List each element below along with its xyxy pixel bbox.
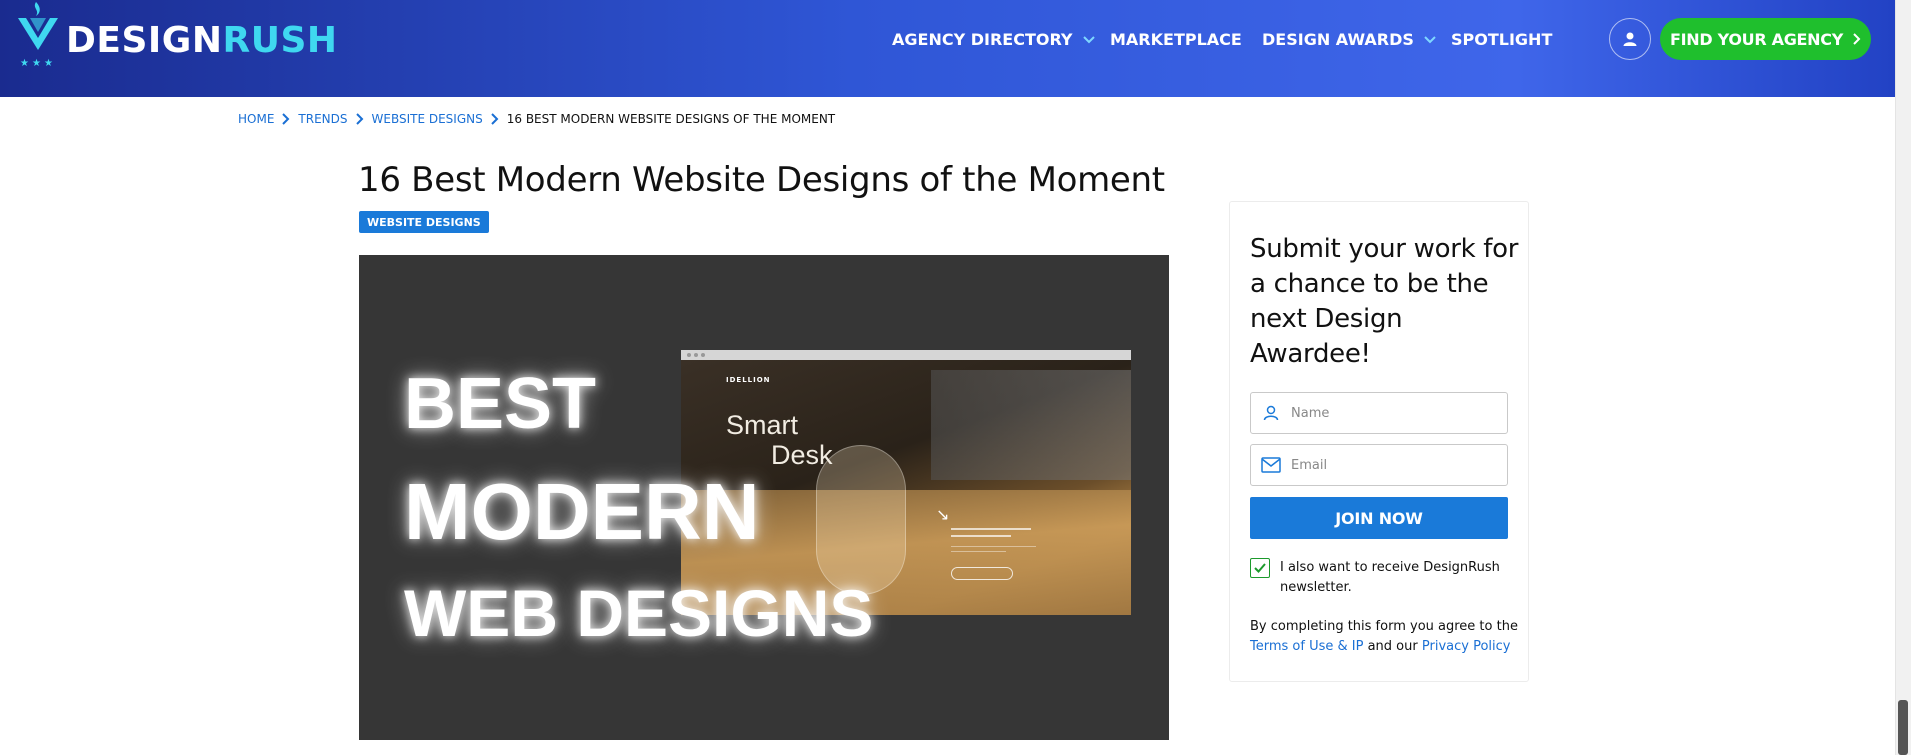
breadcrumb-website-designs[interactable]: WEBSITE DESIGNS [372,112,483,126]
nav-spotlight-label: SPOTLIGHT [1451,30,1553,49]
breadcrumb-current: 16 BEST MODERN WEBSITE DESIGNS OF THE MO… [506,112,836,126]
email-input[interactable] [1291,457,1491,473]
chevron-right-icon [491,113,499,125]
hero-line-web-designs: WEB DESIGNS [404,576,874,650]
mockup-button [951,567,1013,580]
email-field[interactable] [1250,444,1508,486]
category-tag[interactable]: WEBSITE DESIGNS [359,211,489,233]
person-icon [1251,404,1291,422]
name-input[interactable] [1291,405,1491,421]
logo-trophy-icon: ★ ★ ★ [18,2,58,69]
nav-marketplace[interactable]: MARKETPLACE [1110,28,1242,52]
nav-marketplace-label: MARKETPLACE [1110,30,1242,49]
submit-work-card: Submit your work for a chance to be the … [1229,201,1529,682]
page-scrollbar[interactable] [1895,0,1911,755]
mockup-monitor [931,370,1131,480]
arrow-down-right-icon: ↘ [936,505,950,524]
terms-link[interactable]: Terms of Use & IP [1250,639,1363,654]
newsletter-label: I also want to receive DesignRush newsle… [1280,560,1500,595]
privacy-link[interactable]: Privacy Policy [1422,639,1511,654]
breadcrumb-home[interactable]: HOME [238,112,274,126]
mockup-text-line [951,551,1006,552]
mockup-text-line [951,535,1011,537]
legal-prefix: By completing this form you agree to the [1250,619,1518,634]
card-title: Submit your work for a chance to be the … [1250,234,1519,369]
hero-image: IDELLION Smart Desk ↘ BEST MODERN WEB DE… [359,255,1169,740]
browser-dot [687,353,691,357]
legal-and: and our [1367,639,1418,654]
logo-wordmark: DESIGNRUSH [66,21,338,61]
find-your-agency-button[interactable]: FIND YOUR AGENCY [1660,18,1871,60]
browser-dot [694,353,698,357]
find-your-agency-label: FIND YOUR AGENCY [1670,29,1843,49]
chevron-down-icon [1082,36,1095,44]
breadcrumb-trends[interactable]: TRENDS [298,112,347,126]
user-icon [1623,32,1637,46]
legal-notice: By completing this form you agree to the… [1250,617,1520,657]
hero-line-modern: MODERN [404,467,760,556]
newsletter-checkbox[interactable] [1250,558,1270,578]
chevron-right-icon [355,113,363,125]
mockup-word-desk: Desk [771,440,833,470]
mockup-brand: IDELLION [726,376,771,384]
nav-design-awards[interactable]: DESIGN AWARDS [1262,28,1436,52]
mockup-word-smart: Smart [726,410,799,440]
svg-text:★: ★ [32,58,41,69]
mockup-text-line [951,528,1031,530]
envelope-icon [1251,457,1291,473]
scrollbar-thumb[interactable] [1898,700,1908,755]
chevron-down-icon [1424,36,1436,44]
svg-text:★: ★ [20,58,29,69]
breadcrumb: HOME TRENDS WEBSITE DESIGNS 16 BEST MODE… [238,112,835,126]
mockup-text-line [951,546,1036,547]
chevron-right-icon [1853,33,1861,45]
site-header: ★ ★ ★ DESIGNRUSH AGENCY DIRECTORY MARKET… [0,0,1895,97]
browser-bar [681,350,1131,360]
join-now-button[interactable]: JOIN NOW [1250,497,1508,539]
logo-text-rush: RUSH [222,20,338,61]
nav-agency-directory[interactable]: AGENCY DIRECTORY [892,28,1095,52]
svg-text:★: ★ [44,58,53,69]
page-title: 16 Best Modern Website Designs of the Mo… [358,160,1165,200]
nav-spotlight[interactable]: SPOTLIGHT [1451,28,1552,52]
hero-line-best: BEST [404,364,597,444]
browser-dot [701,353,705,357]
chevron-right-icon [282,113,290,125]
checkmark-icon [1254,563,1266,573]
name-field[interactable] [1250,392,1508,434]
nav-agency-directory-label: AGENCY DIRECTORY [892,30,1073,49]
nav-design-awards-label: DESIGN AWARDS [1262,30,1414,49]
logo-text-design: DESIGN [66,20,223,61]
user-account-button[interactable] [1609,18,1651,60]
